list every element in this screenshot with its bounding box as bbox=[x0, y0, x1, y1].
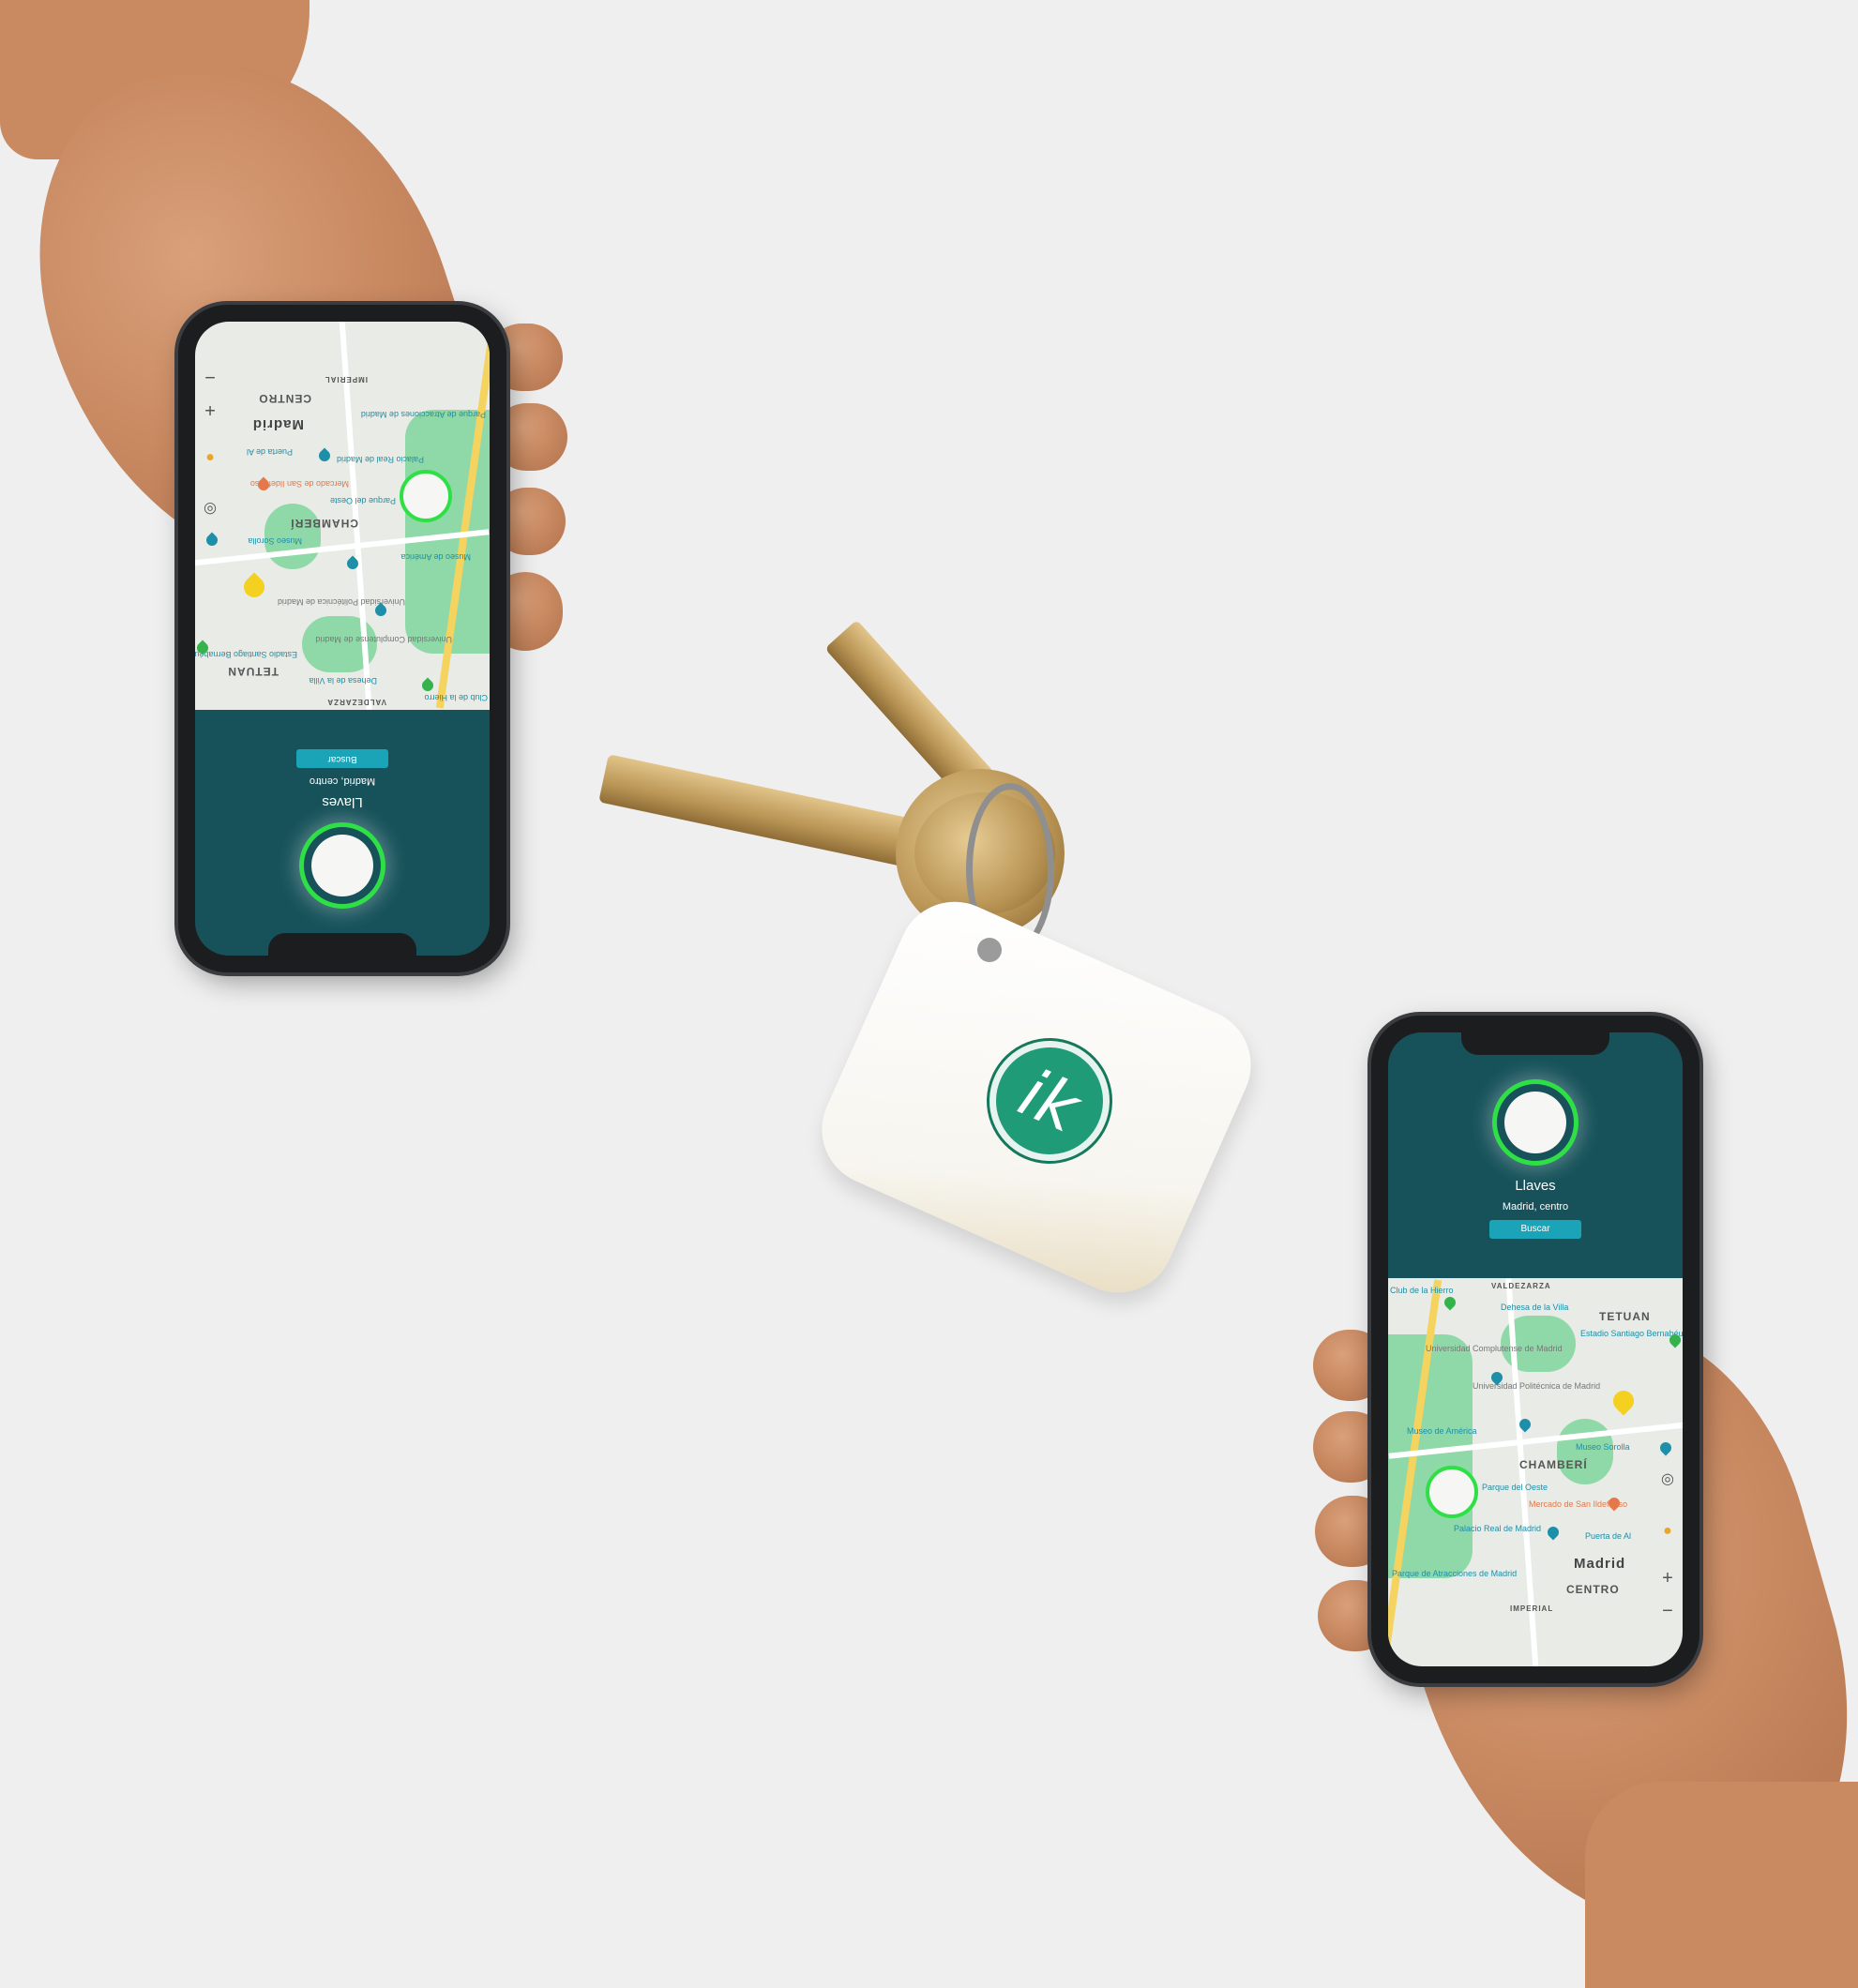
tracker-map-marker-icon[interactable] bbox=[1426, 1466, 1478, 1518]
map-label-valdezarza: VALDEZARZA bbox=[326, 698, 386, 706]
map-label-puerta: Puerta de Al bbox=[1585, 1531, 1632, 1541]
map-label-politecnica: Universidad Politécnica de Madrid bbox=[277, 597, 405, 607]
map-label-tetuan: TETUAN bbox=[227, 665, 279, 678]
map-label-club: Club de la Hierro bbox=[424, 693, 488, 702]
locate-icon[interactable]: ◎ bbox=[1658, 1470, 1677, 1489]
map-label-palacio: Palacio Real de Madrid bbox=[1454, 1524, 1542, 1533]
map-label-complutense: Universidad Complutense de Madrid bbox=[1426, 1344, 1563, 1353]
map-pin-icon[interactable] bbox=[1609, 1386, 1639, 1416]
tracker-icon[interactable] bbox=[1492, 1079, 1579, 1166]
map-label-madrid: Madrid bbox=[1574, 1556, 1626, 1572]
map-label-museo-america: Museo de América bbox=[1407, 1426, 1477, 1436]
search-button[interactable]: Buscar bbox=[1489, 1220, 1581, 1239]
phone-notch bbox=[268, 933, 416, 956]
map-pin-icon[interactable] bbox=[1657, 1439, 1674, 1456]
map-label-puerta: Puerta de Al bbox=[246, 447, 293, 457]
map-label-tetuan: TETUAN bbox=[1599, 1310, 1651, 1323]
tracker-location: Madrid, centro bbox=[1502, 1201, 1569, 1212]
map-label-imperial: IMPERIAL bbox=[1510, 1604, 1554, 1613]
map-label-estadio: Estadio Santiago Bernabéu bbox=[1580, 1329, 1683, 1338]
zoom-out-button[interactable]: − bbox=[1658, 1602, 1677, 1620]
phone-left-screen: Llaves Madrid, centro Buscar VALDEZARZA … bbox=[195, 322, 490, 956]
map-pin-icon[interactable] bbox=[1545, 1524, 1562, 1541]
phone-right: Llaves Madrid, centro Buscar VALDEZARZA … bbox=[1371, 1016, 1699, 1683]
map-view[interactable]: VALDEZARZA Club de la Hierro Dehesa de l… bbox=[195, 322, 490, 710]
map-label-complutense: Universidad Complutense de Madrid bbox=[315, 635, 452, 644]
tracker-panel: Llaves Madrid, centro Buscar bbox=[1388, 1032, 1683, 1278]
tracker-name: Llaves bbox=[1515, 1178, 1556, 1194]
zoom-out-button[interactable]: − bbox=[201, 367, 219, 387]
map-label-imperial: IMPERIAL bbox=[324, 375, 368, 384]
search-button[interactable]: Buscar bbox=[296, 749, 388, 768]
map-label-club: Club de la Hierro bbox=[1390, 1286, 1454, 1295]
map-pin-icon[interactable] bbox=[316, 447, 333, 464]
hand-bottom-right-wrist bbox=[1585, 1782, 1858, 1988]
streetview-icon[interactable]: ● bbox=[1658, 1522, 1677, 1541]
tag-hole bbox=[977, 938, 1002, 962]
map-pin-icon[interactable] bbox=[239, 572, 269, 602]
map-label-chamberi: CHAMBERÍ bbox=[1519, 1458, 1588, 1471]
map-label-parque-oeste: Parque del Oeste bbox=[1482, 1483, 1548, 1492]
phone-left: Llaves Madrid, centro Buscar VALDEZARZA … bbox=[178, 305, 506, 972]
map-label-palacio: Palacio Real de Madrid bbox=[336, 455, 424, 464]
tracker-location: Madrid, centro bbox=[309, 776, 376, 787]
map-label-chamberi: CHAMBERÍ bbox=[290, 517, 358, 530]
streetview-icon[interactable]: ● bbox=[201, 447, 219, 466]
map-label-dehesa: Dehesa de la Villa bbox=[1501, 1303, 1569, 1312]
tag-logo-text: ik bbox=[1007, 1054, 1092, 1148]
tracker-panel: Llaves Madrid, centro Buscar bbox=[195, 710, 490, 956]
map-label-estadio: Estadio Santiago Bernabéu bbox=[195, 650, 297, 659]
tracker-icon[interactable] bbox=[299, 822, 385, 909]
phone-right-screen: Llaves Madrid, centro Buscar VALDEZARZA … bbox=[1388, 1032, 1683, 1666]
map-label-centro: CENTRO bbox=[258, 392, 311, 405]
map-label-parque-atracciones: Parque de Atracciones de Madrid bbox=[1392, 1569, 1518, 1578]
map-label-dehesa: Dehesa de la Villa bbox=[309, 676, 377, 685]
map-label-parque-atracciones: Parque de Atracciones de Madrid bbox=[360, 410, 486, 419]
map-park bbox=[1557, 1419, 1613, 1484]
tracker-map-marker-icon[interactable] bbox=[400, 470, 452, 522]
phone-notch bbox=[1461, 1032, 1609, 1055]
zoom-in-button[interactable]: + bbox=[201, 399, 219, 420]
map-label-centro: CENTRO bbox=[1566, 1583, 1620, 1596]
map-pin-icon[interactable] bbox=[204, 532, 220, 549]
map-view[interactable]: VALDEZARZA Club de la Hierro Dehesa de l… bbox=[1388, 1278, 1683, 1666]
map-label-parque-oeste: Parque del Oeste bbox=[329, 496, 396, 505]
map-label-museo-america: Museo de América bbox=[400, 552, 471, 562]
zoom-in-button[interactable]: + bbox=[1658, 1569, 1677, 1588]
map-label-valdezarza: VALDEZARZA bbox=[1491, 1282, 1551, 1290]
tracker-name: Llaves bbox=[322, 794, 363, 810]
map-pin-icon[interactable] bbox=[419, 677, 436, 694]
map-label-madrid: Madrid bbox=[251, 416, 304, 432]
map-label-politecnica: Universidad Politécnica de Madrid bbox=[1473, 1381, 1601, 1391]
map-pin-icon[interactable] bbox=[1442, 1294, 1458, 1311]
map-label-museo-sorolla: Museo Sorolla bbox=[248, 536, 302, 546]
locate-icon[interactable]: ◎ bbox=[201, 499, 219, 518]
key-blade bbox=[598, 754, 912, 866]
map-label-museo-sorolla: Museo Sorolla bbox=[1576, 1442, 1630, 1452]
